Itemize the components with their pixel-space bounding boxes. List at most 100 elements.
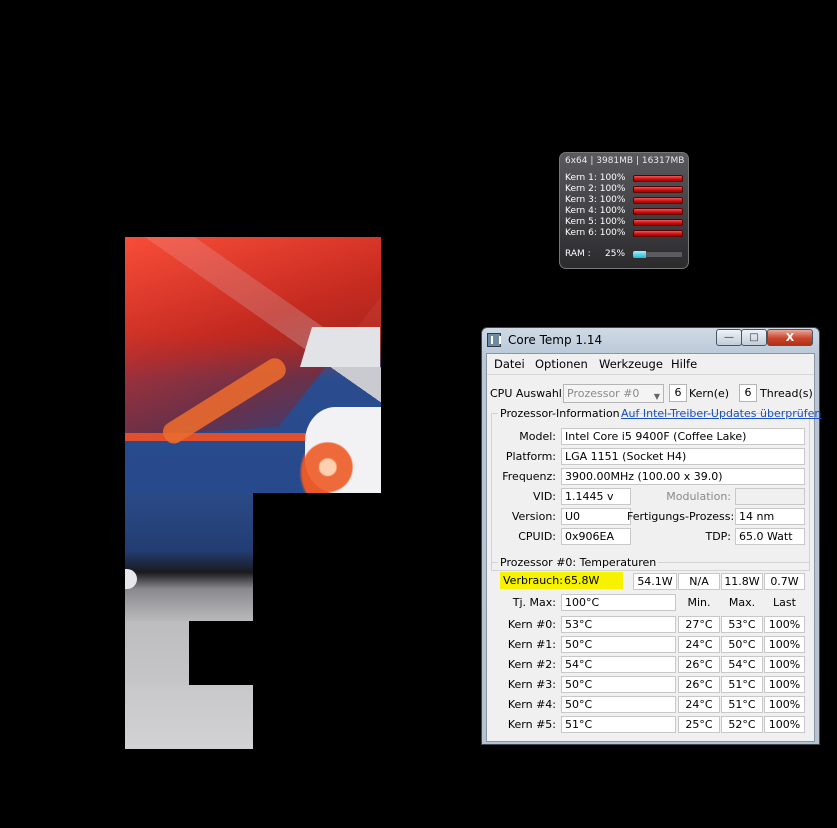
gadget-core-row: Kern 4: 100%: [565, 206, 685, 217]
window-title: Core Temp 1.14: [508, 333, 603, 347]
modulation-label: Modulation:: [666, 490, 731, 503]
frequency-label: Frequenz:: [502, 470, 556, 483]
core-max: 52°C: [721, 716, 763, 733]
col-header-min: Min.: [687, 596, 711, 609]
render-image-lower-left: [125, 621, 189, 685]
driver-update-link[interactable]: Auf Intel-Treiber-Updates überprüfen: [621, 407, 821, 420]
power-value-2: N/A: [678, 573, 720, 590]
col-header-max: Max.: [728, 596, 756, 609]
gadget-core-value: 100%: [599, 195, 626, 205]
gadget-core-row: Kern 2: 100%: [565, 184, 685, 195]
core-min: 27°C: [678, 616, 720, 633]
gadget-core-bar: [633, 230, 683, 237]
power-value-4: 0.7W: [764, 573, 805, 590]
gadget-core-label: Kern 6:: [565, 228, 597, 238]
core-min: 25°C: [678, 716, 720, 733]
gadget-ram-value: 25%: [605, 249, 626, 259]
platform-value: LGA 1151 (Socket H4): [561, 448, 805, 465]
core-max: 54°C: [721, 656, 763, 673]
menu-optionen[interactable]: Optionen: [535, 357, 588, 371]
gadget-core-value: 100%: [599, 206, 626, 216]
platform-label: Platform:: [505, 450, 556, 463]
tjmax-value: 100°C: [561, 594, 676, 611]
chevron-down-icon: ▼: [653, 392, 660, 401]
core-load: 100%: [764, 676, 805, 693]
gadget-core-value: 100%: [599, 184, 626, 194]
gadget-core-bar: [633, 197, 683, 204]
core-label: Kern #3:: [507, 678, 556, 691]
minimize-button[interactable]: —: [716, 329, 742, 346]
core-temp: 50°C: [561, 696, 676, 713]
core-max: 51°C: [721, 676, 763, 693]
core-load: 100%: [764, 636, 805, 653]
menu-werkzeuge[interactable]: Werkzeuge: [599, 357, 663, 371]
close-button[interactable]: X: [767, 329, 813, 346]
gadget-core-bar: [633, 219, 683, 226]
cpu-select-label: CPU Auswahl:: [490, 387, 566, 400]
render-image-middle: [125, 493, 253, 621]
gadget-core-label: Kern 4:: [565, 206, 597, 216]
gadget-core-value: 100%: [599, 173, 626, 183]
power-value: 65.8W: [564, 574, 600, 587]
core-min: 26°C: [678, 656, 720, 673]
gadget-title: 6x64 | 3981MB | 16317MB: [565, 156, 685, 166]
core-min: 24°C: [678, 636, 720, 653]
temperatures-heading: Prozessor #0: Temperaturen: [498, 556, 659, 569]
threads-label: Thread(s): [760, 387, 813, 400]
menu-hilfe[interactable]: Hilfe: [671, 357, 697, 371]
cpuid-value: 0x906EA: [561, 528, 631, 545]
render-dot: [125, 569, 137, 589]
model-value: Intel Core i5 9400F (Coffee Lake): [561, 428, 805, 445]
core-temp: 50°C: [561, 676, 676, 693]
gadget-core-row: Kern 3: 100%: [565, 195, 685, 206]
core-load: 100%: [764, 656, 805, 673]
core-load: 100%: [764, 716, 805, 733]
title-bar[interactable]: Core Temp 1.14 — □ X: [482, 328, 819, 352]
core-load: 100%: [764, 616, 805, 633]
core-temp: 50°C: [561, 636, 676, 653]
core-max: 53°C: [721, 616, 763, 633]
gadget-core-value: 100%: [599, 217, 626, 227]
gadget-core-label: Kern 3:: [565, 195, 597, 205]
gadget-core-row: Kern 6: 100%: [565, 228, 685, 239]
render-cone: [305, 407, 381, 493]
version-value: U0: [561, 508, 631, 525]
col-header-load: Last: [773, 596, 796, 609]
modulation-value: [735, 488, 805, 505]
gadget-core-label: Kern 2:: [565, 184, 597, 194]
vid-value: 1.1445 v: [561, 488, 631, 505]
core-temp: 53°C: [561, 616, 676, 633]
core-max: 50°C: [721, 636, 763, 653]
gadget-core-bar: [633, 175, 683, 182]
core-label: Kern #2:: [507, 658, 556, 671]
render-image-bottom: [125, 685, 253, 749]
version-label: Version:: [511, 510, 556, 523]
core-min: 26°C: [678, 676, 720, 693]
frequency-value: 3900.00MHz (100.00 x 39.0): [561, 468, 805, 485]
tdp-label: TDP:: [705, 530, 731, 543]
core-label: Kern #5:: [507, 718, 556, 731]
core-temp-window: Core Temp 1.14 — □ X Datei Optionen Werk…: [481, 327, 821, 745]
render-image-top: [125, 237, 381, 493]
app-icon: [487, 333, 501, 347]
cpuid-label: CPUID:: [518, 530, 556, 543]
core-min: 24°C: [678, 696, 720, 713]
gadget-core-label: Kern 1:: [565, 173, 597, 183]
processor-info-heading: Prozessor-Information: [498, 407, 622, 420]
menu-datei[interactable]: Datei: [494, 357, 525, 371]
gadget-core-bar: [633, 208, 683, 215]
core-load: 100%: [764, 696, 805, 713]
maximize-button[interactable]: □: [741, 329, 767, 346]
process-label: Fertigungs-Prozess:: [627, 510, 735, 523]
gadget-ram-fill: [633, 251, 646, 258]
core-temp: 54°C: [561, 656, 676, 673]
gadget-ram-bar: [633, 251, 683, 258]
gadget-core-row: Kern 5: 100%: [565, 217, 685, 228]
power-value-3: 11.8W: [721, 573, 763, 590]
vid-label: VID:: [533, 490, 556, 503]
processor-select[interactable]: Prozessor #0 ▼: [563, 384, 664, 403]
core-max: 51°C: [721, 696, 763, 713]
cpu-gadget[interactable]: 6x64 | 3981MB | 16317MB Kern 1: 100% Kern…: [559, 152, 689, 269]
tjmax-label: Tj. Max:: [512, 596, 556, 609]
gadget-core-bar: [633, 186, 683, 193]
